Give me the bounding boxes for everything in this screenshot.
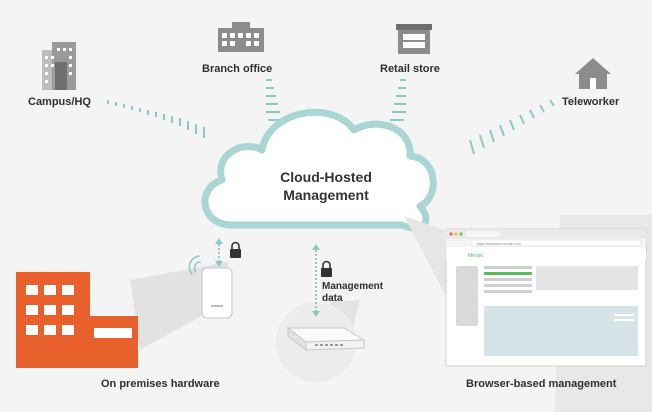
cloud-title-line2: Management [283,187,369,203]
dashboard-row [484,266,532,269]
dashboard-content-panel [484,306,638,356]
teleworker-signal [469,99,555,155]
minimize-dot-icon[interactable] [454,232,458,236]
on-premises-caption: On premises hardware [101,378,220,390]
retail-signal [390,79,406,121]
branch-label: Branch office [202,63,273,75]
campus-signal [107,100,205,138]
campus-label: Campus/HQ [28,96,91,108]
network-diagram: https://dashboard.meraki.com Meraki [16,22,652,412]
lock-icon [230,241,241,258]
dashboard-header-panel [536,266,638,290]
management-data-line2: data [322,293,343,304]
dashboard-sidebar [456,266,478,326]
retail-label: Retail store [380,63,440,75]
teleworker-label: Teleworker [562,96,620,108]
branch-signal [266,79,282,121]
ap-link-arrow [215,238,223,267]
dashboard-row [484,284,532,287]
address-url: https://dashboard.meraki.com [476,242,521,246]
browser-tab[interactable] [466,231,500,237]
browser-window: https://dashboard.meraki.com Meraki [445,228,647,367]
browser-beam [404,216,448,300]
dashboard-row [484,278,532,281]
management-data-label: Management data [322,281,383,305]
teleworker-house-icon [575,58,611,89]
retail-store-icon [396,24,432,54]
dashboard-row-selected[interactable] [484,272,532,275]
branch-office-icon [218,22,264,52]
lock-icon [321,260,332,277]
dashboard-logo: Meraki [468,253,483,259]
access-point-device [201,267,233,319]
browser-caption: Browser-based management [466,378,617,390]
maximize-dot-icon[interactable] [459,232,463,236]
campus-building-icon [42,42,76,90]
office-building-icon [16,272,138,368]
cloud-title: Cloud-Hosted Management [250,168,402,204]
cloud-title-line1: Cloud-Hosted [280,169,372,185]
close-dot-icon[interactable] [449,232,453,236]
management-data-line1: Management [322,281,384,292]
dashboard-row [484,290,532,293]
